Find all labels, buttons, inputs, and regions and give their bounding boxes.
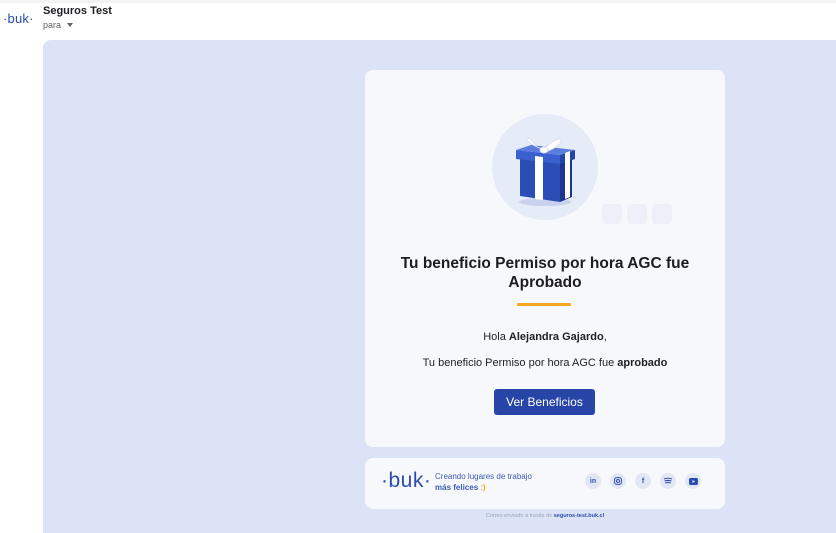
accent-divider <box>517 303 571 306</box>
social-links: in f <box>585 473 701 489</box>
faded-square <box>602 204 622 224</box>
recipient-label: para <box>43 20 62 30</box>
greeting-text: Hola Alejandra Gajardo, <box>365 331 725 343</box>
instagram-icon[interactable] <box>610 473 626 489</box>
gift-icon <box>516 137 575 206</box>
message-prefix: Tu beneficio Permiso por hora AGC fue <box>422 357 618 369</box>
greeting-prefix: Hola <box>483 331 509 343</box>
tagline-line2: más felices :) <box>435 483 486 492</box>
sent-domain-link[interactable]: seguros-test.buk.cl <box>554 513 604 519</box>
sender-avatar-logo[interactable]: ·buk· <box>3 11 34 26</box>
email-footer: ·buk· Creando lugares de trabajo más fel… <box>365 458 725 509</box>
greeting-suffix: , <box>603 331 607 343</box>
footer-tagline: Creando lugares de trabajo más felices :… <box>435 471 532 493</box>
youtube-icon[interactable] <box>685 473 701 489</box>
facebook-icon[interactable]: f <box>635 473 651 489</box>
approval-status: aprobado <box>617 357 668 369</box>
email-headline: Tu beneficio Permiso por hora AGC fue Ap… <box>400 255 690 291</box>
linkedin-icon[interactable]: in <box>585 473 601 489</box>
caret-down-icon[interactable] <box>67 23 74 27</box>
recipient-name: Alejandra Gajardo <box>508 331 604 343</box>
email-card: Tu beneficio Permiso por hora AGC fue Ap… <box>365 70 725 447</box>
buk-logo[interactable]: ·buk· <box>381 469 431 493</box>
tagline-line1: Creando lugares de trabajo <box>435 472 532 481</box>
sender-name[interactable]: Seguros Test <box>43 5 112 17</box>
spotify-icon[interactable] <box>660 473 676 489</box>
top-divider <box>0 0 836 3</box>
ver-beneficios-button[interactable]: Ver Beneficios <box>494 389 595 415</box>
faded-square <box>627 204 647 224</box>
recipient-details-toggle[interactable]: para <box>43 20 74 30</box>
approval-message: Tu beneficio Permiso por hora AGC fue ap… <box>365 357 725 369</box>
smile-emoticon: :) <box>480 483 486 492</box>
sent-prefix: Correo enviado a través de <box>485 513 553 519</box>
faded-square <box>652 204 672 224</box>
sent-via-note: Correo enviado a través de seguros-test.… <box>365 513 725 519</box>
